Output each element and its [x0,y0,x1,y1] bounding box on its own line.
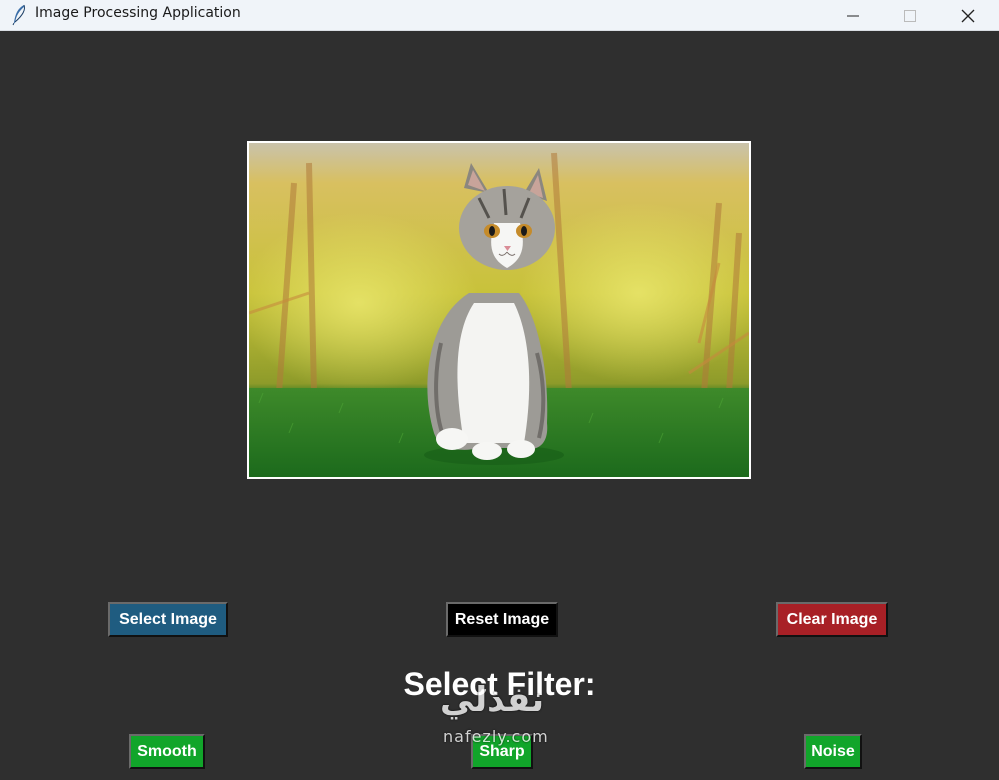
clear-image-button[interactable]: Clear Image [776,602,888,637]
smooth-filter-button[interactable]: Smooth [129,734,205,769]
close-button[interactable] [945,0,991,31]
feather-icon [12,4,25,26]
reset-image-button[interactable]: Reset Image [446,602,558,637]
noise-filter-button[interactable]: Noise [804,734,862,769]
kitten-photo [249,143,749,477]
select-image-button[interactable]: Select Image [108,602,228,637]
title-bar: Image Processing Application [0,0,999,31]
main-content: Select Image Reset Image Clear Image Sel… [0,32,999,780]
maximize-button[interactable] [887,0,933,31]
minimize-button[interactable] [830,0,876,31]
close-icon [961,9,975,22]
select-filter-label: Select Filter: [403,666,596,702]
image-preview [247,141,751,479]
window-title: Image Processing Application [35,5,241,21]
sharp-filter-button[interactable]: Sharp [471,734,533,769]
maximize-icon [904,9,916,22]
minimize-icon [847,15,859,16]
